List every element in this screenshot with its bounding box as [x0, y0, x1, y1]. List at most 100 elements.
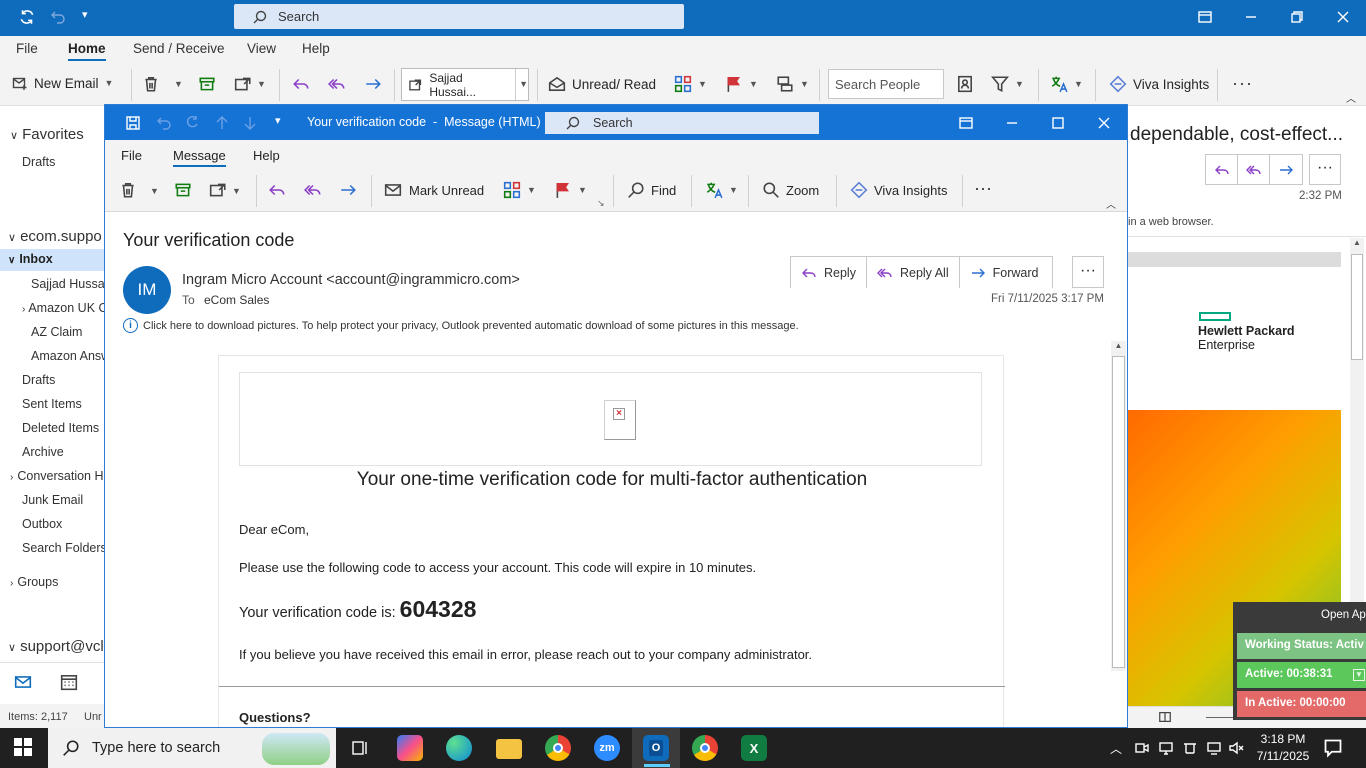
reply-all-icon[interactable]: [304, 181, 322, 199]
verification-code[interactable]: 604328: [400, 596, 477, 622]
open-app-label[interactable]: Open Ap: [1321, 609, 1366, 621]
scroll-thumb[interactable]: [1112, 356, 1125, 668]
dialog-launcher-icon[interactable]: ↘: [597, 198, 605, 209]
file-explorer-icon[interactable]: [496, 739, 522, 759]
ribbon-display-icon[interactable]: [1182, 0, 1228, 34]
chevron-down-icon[interactable]: ▼: [257, 79, 266, 89]
chrome-icon[interactable]: [545, 735, 571, 761]
message-menu-message[interactable]: Message: [173, 148, 226, 167]
zoom-button[interactable]: Zoom: [762, 181, 819, 199]
outlook-icon[interactable]: O: [643, 735, 669, 761]
taskbar-time[interactable]: 3:18 PM: [1255, 732, 1311, 746]
display-icon[interactable]: [1158, 740, 1174, 756]
sidebar-item-amazon-answers[interactable]: Amazon Answ: [31, 349, 105, 363]
chevron-down-icon[interactable]: ▼: [174, 79, 183, 89]
message-search-box[interactable]: Search: [545, 112, 819, 134]
save-icon[interactable]: [125, 115, 141, 131]
meet-now-icon[interactable]: [1134, 740, 1150, 756]
undo-icon[interactable]: [50, 9, 66, 25]
viva-insights-button[interactable]: Viva Insights: [1109, 75, 1209, 93]
scroll-thumb[interactable]: [1351, 254, 1363, 360]
scroll-up-icon[interactable]: ▲: [1111, 341, 1126, 355]
delete-icon[interactable]: [142, 75, 160, 93]
sidebar-item-drafts[interactable]: Drafts: [22, 373, 55, 387]
mark-unread-button[interactable]: Mark Unread: [383, 181, 484, 199]
volume-muted-icon[interactable]: [1228, 740, 1244, 756]
reply-all-icon[interactable]: [328, 75, 346, 93]
chrome-profile-icon[interactable]: [692, 735, 718, 761]
minimize-button[interactable]: [1228, 0, 1274, 34]
taskbar-search-box[interactable]: Type here to search: [48, 728, 336, 768]
message-scrollbar[interactable]: ▲: [1111, 341, 1126, 671]
chevron-down-icon[interactable]: ▼: [150, 186, 159, 196]
flag-button[interactable]: ▼: [554, 181, 587, 199]
reply-button[interactable]: Reply: [791, 257, 867, 288]
chevron-down-icon[interactable]: ▼: [232, 186, 241, 196]
archive-icon[interactable]: [198, 75, 216, 93]
account-ecom-support[interactable]: ∨ ecom.suppo: [8, 228, 102, 245]
sidebar-item-az-claim[interactable]: AZ Claim: [31, 325, 82, 339]
copilot-icon[interactable]: [397, 735, 423, 761]
translate-button[interactable]: ▼: [1050, 75, 1083, 93]
menu-help[interactable]: Help: [302, 41, 330, 56]
previous-item-icon[interactable]: [214, 115, 230, 131]
sidebar-item-search-folders[interactable]: Search Folders: [22, 541, 105, 555]
sidebar-item-sajjad[interactable]: Sajjad Hussain: [31, 277, 105, 291]
sidebar-item-outbox[interactable]: Outbox: [22, 517, 62, 531]
undo-icon[interactable]: [156, 115, 172, 131]
network-share-icon[interactable]: [1182, 740, 1198, 756]
account-support[interactable]: ∨ support@vcl: [8, 638, 104, 655]
quick-access-chevron-icon[interactable]: ▾: [275, 114, 281, 127]
forward-icon[interactable]: [339, 181, 357, 199]
forward-icon[interactable]: [1270, 155, 1302, 184]
reply-icon[interactable]: [268, 181, 286, 199]
notifications-icon[interactable]: [1323, 738, 1343, 758]
reply-icon[interactable]: [1206, 155, 1238, 184]
mail-icon[interactable]: [13, 673, 33, 691]
menu-file[interactable]: File: [16, 41, 38, 56]
categorize-button[interactable]: ▼: [503, 181, 536, 199]
restore-button[interactable]: [1274, 0, 1320, 34]
translate-button[interactable]: ▼: [705, 181, 738, 199]
viva-insights-button[interactable]: Viva Insights: [850, 181, 947, 199]
forward-icon[interactable]: [364, 75, 382, 93]
close-button[interactable]: [1320, 0, 1366, 34]
quick-steps-move-dropdown[interactable]: Sajjad Hussai... ▼: [401, 68, 529, 101]
sidebar-item-inbox[interactable]: ∨ Inbox: [8, 252, 53, 266]
calendar-icon[interactable]: [59, 673, 79, 691]
reply-all-icon[interactable]: [1238, 155, 1270, 184]
redo-icon[interactable]: [184, 115, 200, 131]
windows-start-icon[interactable]: [14, 738, 32, 756]
rules-button[interactable]: ▼: [776, 75, 809, 93]
sidebar-item-conversation-history[interactable]: › Conversation H: [10, 469, 104, 483]
sidebar-item-groups[interactable]: › Groups: [10, 575, 58, 589]
maximize-button[interactable]: [1050, 115, 1066, 131]
zoom-app-icon[interactable]: zm: [594, 735, 620, 761]
archive-icon[interactable]: [174, 181, 192, 199]
menu-send-receive[interactable]: Send / Receive: [133, 41, 225, 56]
ribbon-display-icon[interactable]: [958, 115, 974, 131]
search-people-input[interactable]: Search People: [828, 69, 944, 99]
sidebar-item-archive[interactable]: Archive: [22, 445, 64, 459]
reply-icon[interactable]: [292, 75, 310, 93]
new-email-button[interactable]: New Email ▼: [12, 75, 113, 91]
menu-view[interactable]: View: [247, 41, 276, 56]
find-button[interactable]: Find: [627, 181, 676, 199]
show-hidden-icons-icon[interactable]: ︿: [1110, 740, 1122, 757]
address-book-icon[interactable]: [956, 75, 974, 93]
download-pictures-bar[interactable]: i Click here to download pictures. To he…: [123, 318, 799, 333]
chevron-down-icon[interactable]: ▼: [1353, 669, 1365, 681]
sidebar-item-amazon-uk[interactable]: › Amazon UK O: [22, 301, 105, 315]
filter-email-button[interactable]: ▼: [991, 75, 1024, 93]
more-options-icon[interactable]: ···: [974, 178, 992, 199]
forward-button[interactable]: Forward: [959, 257, 1053, 288]
favorites-header[interactable]: ∨ Favorites: [10, 126, 84, 143]
move-icon[interactable]: [209, 181, 227, 199]
quick-access-chevron-icon[interactable]: ▾: [82, 8, 88, 21]
sidebar-item-deleted[interactable]: Deleted Items: [22, 421, 99, 435]
move-icon[interactable]: [234, 75, 252, 93]
more-actions-icon[interactable]: ···: [1072, 256, 1104, 288]
menu-home[interactable]: Home: [68, 41, 106, 61]
flag-button[interactable]: ▼: [725, 75, 758, 93]
reading-view-icon[interactable]: [1158, 710, 1172, 724]
